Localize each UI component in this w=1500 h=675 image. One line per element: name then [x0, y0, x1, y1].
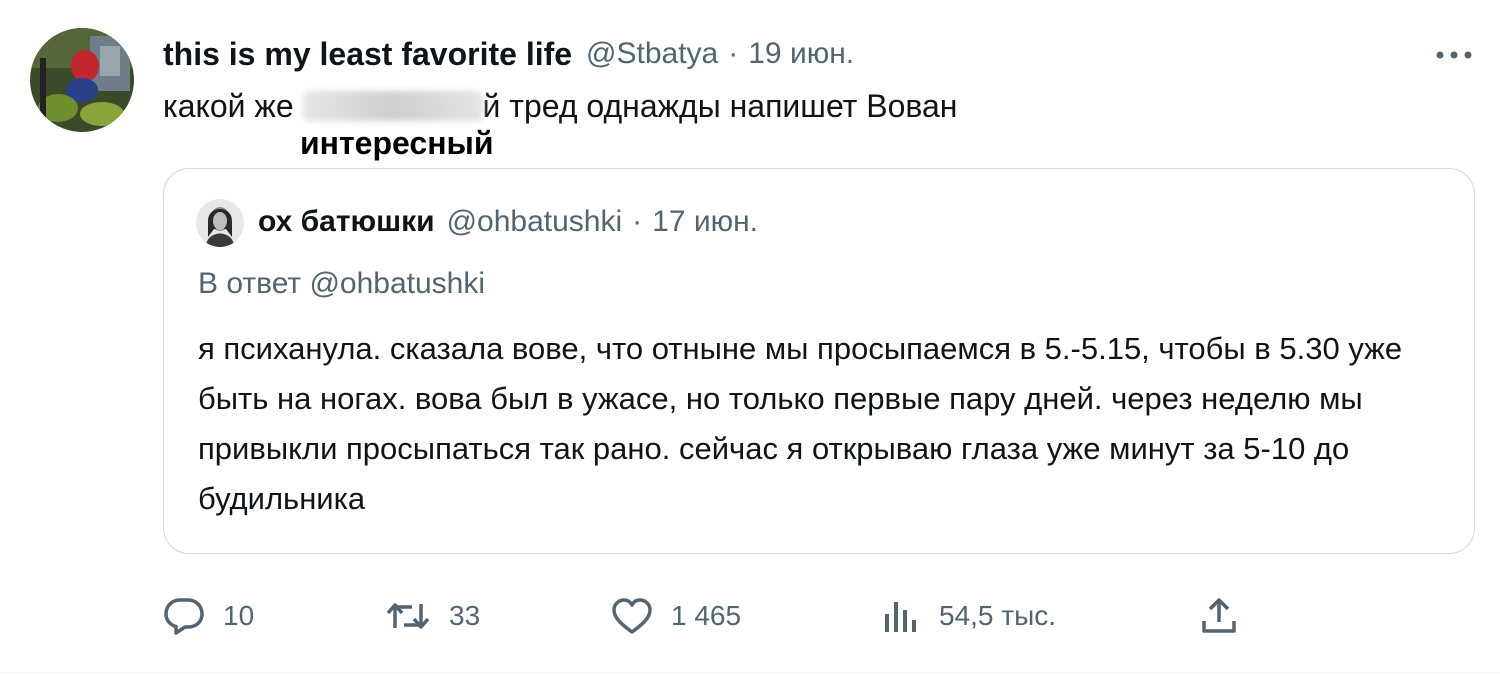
author-name[interactable]: this is my least favorite life	[163, 36, 572, 73]
more-button[interactable]	[1432, 40, 1476, 70]
overlay-word: интересный	[300, 125, 494, 161]
like-button[interactable]: 1 465	[611, 594, 741, 638]
views-button[interactable]: 54,5 тыс.	[881, 594, 1056, 638]
share-button[interactable]	[1199, 594, 1239, 638]
action-bar: 10 33 1 465 54,5 тыс.	[163, 594, 1263, 638]
like-count: 1 465	[671, 600, 742, 631]
quoted-author-handle[interactable]: @ohbatushki	[447, 205, 623, 239]
tweet-date[interactable]: 19 июн.	[748, 37, 854, 71]
reply-to: В ответ @ohbatushki	[198, 267, 486, 300]
separator-dot: ·	[728, 37, 739, 70]
view-count: 54,5 тыс.	[939, 600, 1057, 631]
divider	[0, 672, 1500, 673]
censored-word	[302, 91, 483, 121]
retweet-count: 33	[449, 600, 481, 631]
quoted-text: я психанула. сказала вове, что отныне мы…	[198, 331, 1403, 516]
tweet-text-before: какой же	[163, 88, 294, 124]
separator-dot: ·	[632, 205, 643, 238]
share-icon	[1202, 598, 1236, 633]
quoted-author-avatar[interactable]	[196, 199, 244, 247]
tweet: this is my least favorite life @Stbatya …	[0, 0, 1500, 675]
tweet-text: какой же й тред однажды напишет Вован	[163, 88, 957, 125]
reply-count: 10	[223, 600, 255, 631]
quoted-author-name[interactable]: ох батюшки	[258, 205, 435, 239]
quoted-tweet[interactable]: ох батюшки @ohbatushki · 17 июн. В ответ…	[163, 168, 1475, 554]
heart-icon	[612, 598, 652, 634]
quoted-date[interactable]: 17 июн.	[652, 205, 758, 239]
tweet-header: this is my least favorite life @Stbatya …	[163, 32, 854, 76]
retweet-icon	[386, 603, 430, 629]
reply-button[interactable]: 10	[163, 594, 254, 638]
more-icon	[1436, 51, 1472, 59]
tweet-text-after: й тред однажды напишет Вован	[482, 88, 958, 124]
retweet-button[interactable]: 33	[385, 594, 480, 638]
reply-icon	[164, 598, 204, 635]
views-icon	[885, 602, 916, 632]
author-handle[interactable]: @Stbatya	[586, 37, 718, 71]
author-avatar[interactable]	[30, 28, 134, 132]
quoted-header: ох батюшки @ohbatushki · 17 июн.	[258, 205, 758, 239]
